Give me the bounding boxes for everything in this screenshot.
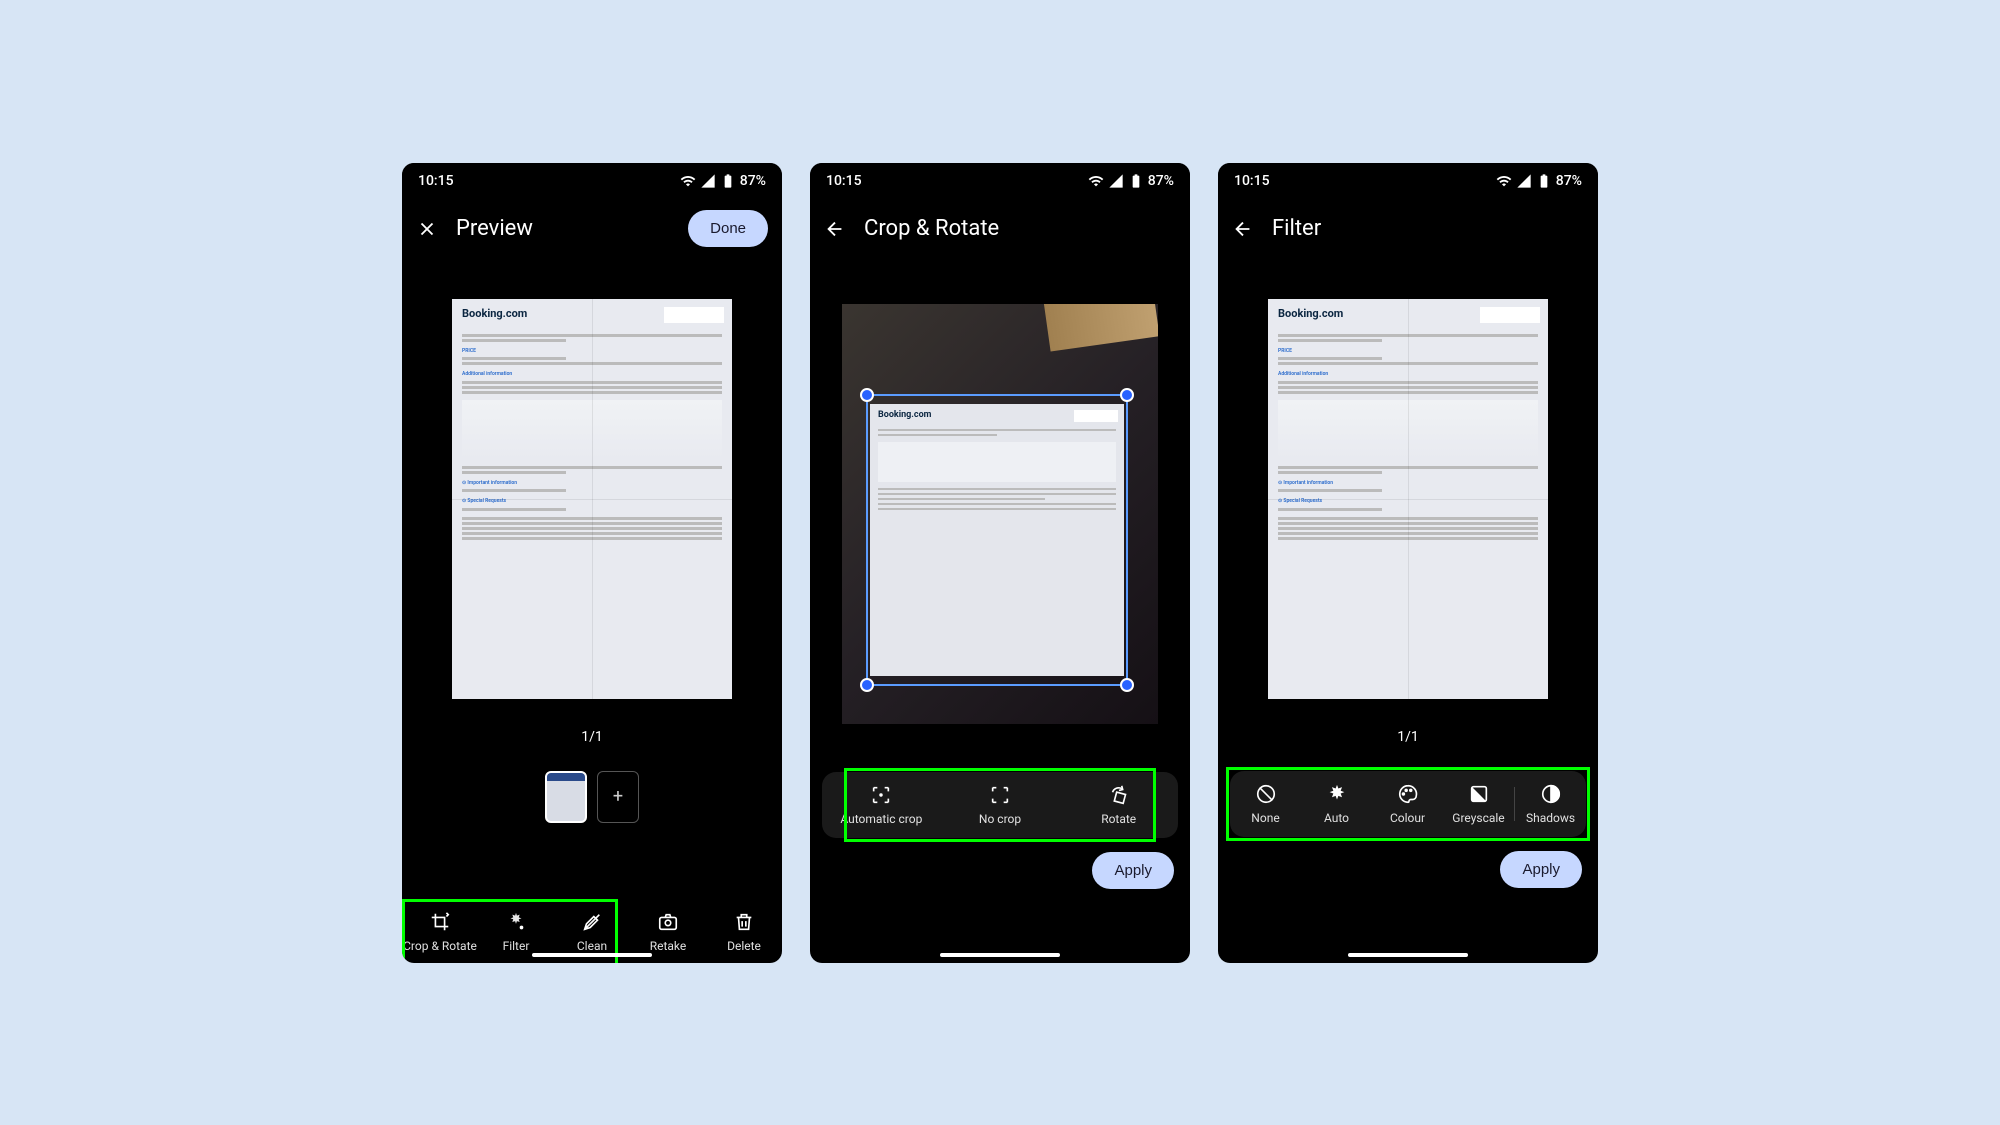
status-right: 87%	[1088, 173, 1174, 189]
content-area: Booking.com PRICE Additional information…	[1218, 259, 1598, 963]
crop-preview[interactable]: Booking.com	[842, 304, 1158, 724]
battery-icon	[1128, 173, 1144, 189]
signal-icon	[700, 173, 716, 189]
phone-preview-screen: 10:15 87% Preview Done Booking.com PRICE…	[402, 163, 782, 963]
delete-icon	[733, 911, 755, 933]
status-bar: 10:15 87%	[810, 163, 1190, 199]
status-battery: 87%	[1556, 173, 1582, 189]
tutorial-highlight	[844, 768, 1156, 842]
delete-button[interactable]: Delete	[706, 911, 782, 953]
gesture-bar[interactable]	[940, 953, 1060, 957]
app-bar: Filter	[1218, 199, 1598, 259]
gesture-bar[interactable]	[1348, 953, 1468, 957]
gesture-bar[interactable]	[532, 953, 652, 957]
page-title: Filter	[1272, 216, 1584, 241]
status-time: 10:15	[1234, 173, 1270, 189]
signal-icon	[1108, 173, 1124, 189]
thumbnail-row: +	[545, 771, 639, 823]
document-preview[interactable]: Booking.com PRICE Additional information…	[452, 299, 732, 699]
crop-handle-br[interactable]	[1120, 678, 1134, 692]
wifi-icon	[1088, 173, 1104, 189]
back-icon[interactable]	[824, 218, 846, 240]
retake-button[interactable]: Retake	[630, 911, 706, 953]
status-time: 10:15	[418, 173, 454, 189]
status-time: 10:15	[826, 173, 862, 189]
retake-icon	[657, 911, 679, 933]
battery-icon	[1536, 173, 1552, 189]
option-row: None Auto Colour Greyscale Shadows	[1230, 771, 1586, 837]
tool-label: Retake	[650, 939, 687, 953]
page-title: Preview	[456, 216, 670, 241]
phone-crop-screen: 10:15 87% Crop & Rotate Booking.com	[810, 163, 1190, 963]
wifi-icon	[680, 173, 696, 189]
redaction-box	[664, 307, 724, 323]
crop-handle-bl[interactable]	[860, 678, 874, 692]
status-bar: 10:15 87%	[402, 163, 782, 199]
signal-icon	[1516, 173, 1532, 189]
status-right: 87%	[1496, 173, 1582, 189]
page-thumbnail[interactable]	[545, 771, 587, 823]
apply-button[interactable]: Apply	[1092, 852, 1174, 889]
status-right: 87%	[680, 173, 766, 189]
page-counter: 1/1	[1397, 729, 1419, 745]
status-bar: 10:15 87%	[1218, 163, 1598, 199]
app-bar: Preview Done	[402, 199, 782, 259]
back-icon[interactable]	[1232, 218, 1254, 240]
wifi-icon	[1496, 173, 1512, 189]
crop-handle-tr[interactable]	[1120, 388, 1134, 402]
done-button[interactable]: Done	[688, 210, 768, 247]
content-area: Booking.com PRICE Additional information…	[402, 259, 782, 963]
add-page-button[interactable]: +	[597, 771, 639, 823]
crop-handle-tl[interactable]	[860, 388, 874, 402]
page-title: Crop & Rotate	[864, 216, 1176, 241]
option-row: Automatic crop No crop Rotate	[822, 772, 1178, 838]
page-counter: 1/1	[581, 729, 603, 745]
status-battery: 87%	[740, 173, 766, 189]
battery-icon	[720, 173, 736, 189]
status-battery: 87%	[1148, 173, 1174, 189]
close-icon[interactable]	[416, 218, 438, 240]
tool-label: Delete	[727, 939, 761, 953]
document-preview[interactable]: Booking.com PRICE Additional information…	[1268, 299, 1548, 699]
content-area: Booking.com	[810, 259, 1190, 963]
app-bar: Crop & Rotate	[810, 199, 1190, 259]
tutorial-highlight	[1226, 767, 1590, 841]
apply-button[interactable]: Apply	[1500, 851, 1582, 888]
redaction-box	[1480, 307, 1540, 323]
crop-frame[interactable]	[866, 394, 1128, 686]
phone-filter-screen: 10:15 87% Filter Booking.com PRICE Addit…	[1218, 163, 1598, 963]
